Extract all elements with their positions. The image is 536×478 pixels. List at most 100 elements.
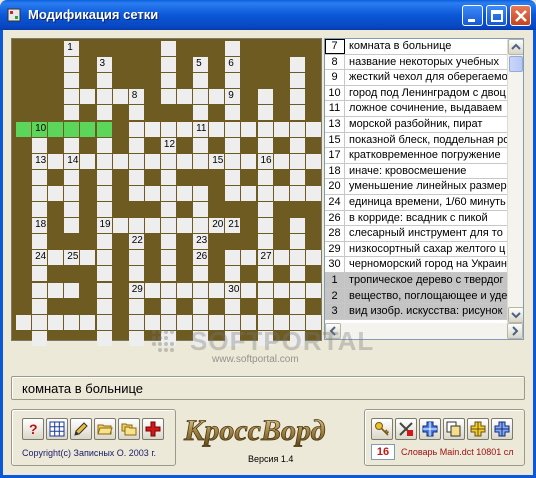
grid-cell[interactable] <box>96 234 112 250</box>
grid-cell[interactable] <box>16 314 31 330</box>
grid-cell[interactable] <box>225 185 241 201</box>
grid-cell[interactable]: 16 <box>257 153 273 169</box>
clue-row[interactable]: 10 город под Ленинградом с двоц <box>325 85 509 102</box>
grid-cell[interactable] <box>160 266 176 282</box>
grid-cell[interactable] <box>225 121 241 137</box>
grid-cell[interactable] <box>128 330 144 346</box>
grid-cell[interactable] <box>16 121 31 137</box>
grid-cell[interactable] <box>64 73 80 89</box>
grid-cell[interactable]: 23 <box>193 234 209 250</box>
grid-cell[interactable] <box>64 202 80 217</box>
grid-cell[interactable] <box>112 89 128 105</box>
grid-cell[interactable] <box>128 298 144 314</box>
grid-cell[interactable] <box>289 73 305 89</box>
grid-cell[interactable]: 18 <box>32 218 48 234</box>
grid-cell[interactable]: 20 <box>209 218 225 234</box>
grid-cell[interactable] <box>225 298 241 314</box>
grid-cell[interactable] <box>273 282 289 298</box>
grid-cell[interactable] <box>48 282 64 298</box>
grid-cell[interactable] <box>32 169 48 185</box>
grid-cell[interactable] <box>80 153 96 169</box>
grid-cell[interactable]: 25 <box>64 250 80 266</box>
open-button[interactable] <box>94 418 116 440</box>
grid-cell[interactable] <box>225 169 241 185</box>
edit-button[interactable] <box>70 418 92 440</box>
grid-cell[interactable] <box>257 298 273 314</box>
grid-cell[interactable]: 11 <box>193 121 209 137</box>
scroll-up-button[interactable] <box>508 39 523 55</box>
grid-cell[interactable] <box>289 121 305 137</box>
grid-cell[interactable] <box>160 234 176 250</box>
grid-cell[interactable] <box>96 89 112 105</box>
grid-cell[interactable] <box>289 282 305 298</box>
grid-cell[interactable] <box>209 121 225 137</box>
clue-row[interactable]: 24 единица времени, 1/60 минуть <box>325 195 509 211</box>
grid-cell[interactable] <box>64 218 80 234</box>
grid-cell[interactable] <box>193 218 209 234</box>
grid-cell[interactable]: 9 <box>225 89 241 105</box>
grid-cell[interactable] <box>160 121 176 137</box>
grid-cell[interactable] <box>80 89 96 105</box>
grid-cell[interactable] <box>96 137 112 153</box>
grid-cell[interactable] <box>80 250 96 266</box>
clue-row[interactable]: 2 вещество, поглощающее и уде <box>325 288 509 305</box>
scroll-thumb[interactable] <box>509 56 523 72</box>
grid-cell[interactable] <box>64 105 80 121</box>
grid-cell[interactable] <box>289 105 305 121</box>
clue-row[interactable]: 1 тропическое дерево с твердог <box>325 273 509 289</box>
grid-cell[interactable] <box>273 121 289 137</box>
grid-cell[interactable] <box>193 137 209 153</box>
grid-cell[interactable] <box>32 202 48 217</box>
grid-cell[interactable] <box>257 169 273 185</box>
grid-cell[interactable]: 26 <box>193 250 209 266</box>
grid-cell[interactable] <box>96 105 112 121</box>
grid-cell[interactable] <box>48 314 64 330</box>
grid-cell[interactable] <box>144 153 160 169</box>
grid-cell[interactable] <box>96 282 112 298</box>
grid-cell[interactable] <box>96 250 112 266</box>
grid-cell[interactable] <box>225 250 241 266</box>
grid-cell[interactable] <box>64 121 80 137</box>
grid-cell[interactable] <box>289 298 305 314</box>
clue-row[interactable]: 15 показной блеск, поддельная ро <box>325 132 509 149</box>
grid-cell[interactable] <box>193 105 209 121</box>
grid-cell[interactable] <box>257 185 273 201</box>
grid-cell[interactable] <box>225 153 241 169</box>
grid-cell[interactable] <box>257 218 273 234</box>
grid-cell[interactable] <box>225 266 241 282</box>
close-button[interactable] <box>510 5 531 26</box>
grid-cell[interactable] <box>241 121 257 137</box>
grid-cell[interactable] <box>257 105 273 121</box>
grid-cell[interactable] <box>96 73 112 89</box>
grid-cell[interactable] <box>257 202 273 217</box>
grid-cell[interactable] <box>160 298 176 314</box>
grid-cell[interactable] <box>160 218 176 234</box>
grid-cell[interactable] <box>160 89 176 105</box>
grid-cell[interactable] <box>48 121 64 137</box>
save-button[interactable] <box>118 418 140 440</box>
grid-cell[interactable] <box>193 89 209 105</box>
grid-cell[interactable] <box>128 250 144 266</box>
grid-cell[interactable] <box>144 218 160 234</box>
grid-cell[interactable] <box>160 41 176 56</box>
grid-cell[interactable] <box>32 266 48 282</box>
grid-cell[interactable]: 6 <box>225 57 241 73</box>
grid-cell[interactable] <box>257 137 273 153</box>
grid-cell[interactable] <box>193 266 209 282</box>
grid-cell[interactable] <box>160 169 176 185</box>
grid-cell[interactable] <box>257 282 273 298</box>
grid-cell[interactable] <box>193 73 209 89</box>
grid-cell[interactable] <box>177 121 192 137</box>
grid-cell[interactable]: 22 <box>128 234 144 250</box>
grid-cell[interactable]: 21 <box>225 218 241 234</box>
grid-cell[interactable] <box>128 169 144 185</box>
grid-cell[interactable] <box>289 185 305 201</box>
help-button[interactable]: ? <box>22 418 44 440</box>
grid-cell[interactable]: 10 <box>32 121 48 137</box>
clue-row[interactable]: 28 слесарный инструмент для то <box>325 226 509 242</box>
grid-cell[interactable]: 15 <box>209 153 225 169</box>
grid-cell[interactable] <box>160 185 176 201</box>
minimize-button[interactable] <box>462 5 483 26</box>
grid-cell[interactable]: 19 <box>96 218 112 234</box>
grid-cell[interactable] <box>241 250 257 266</box>
